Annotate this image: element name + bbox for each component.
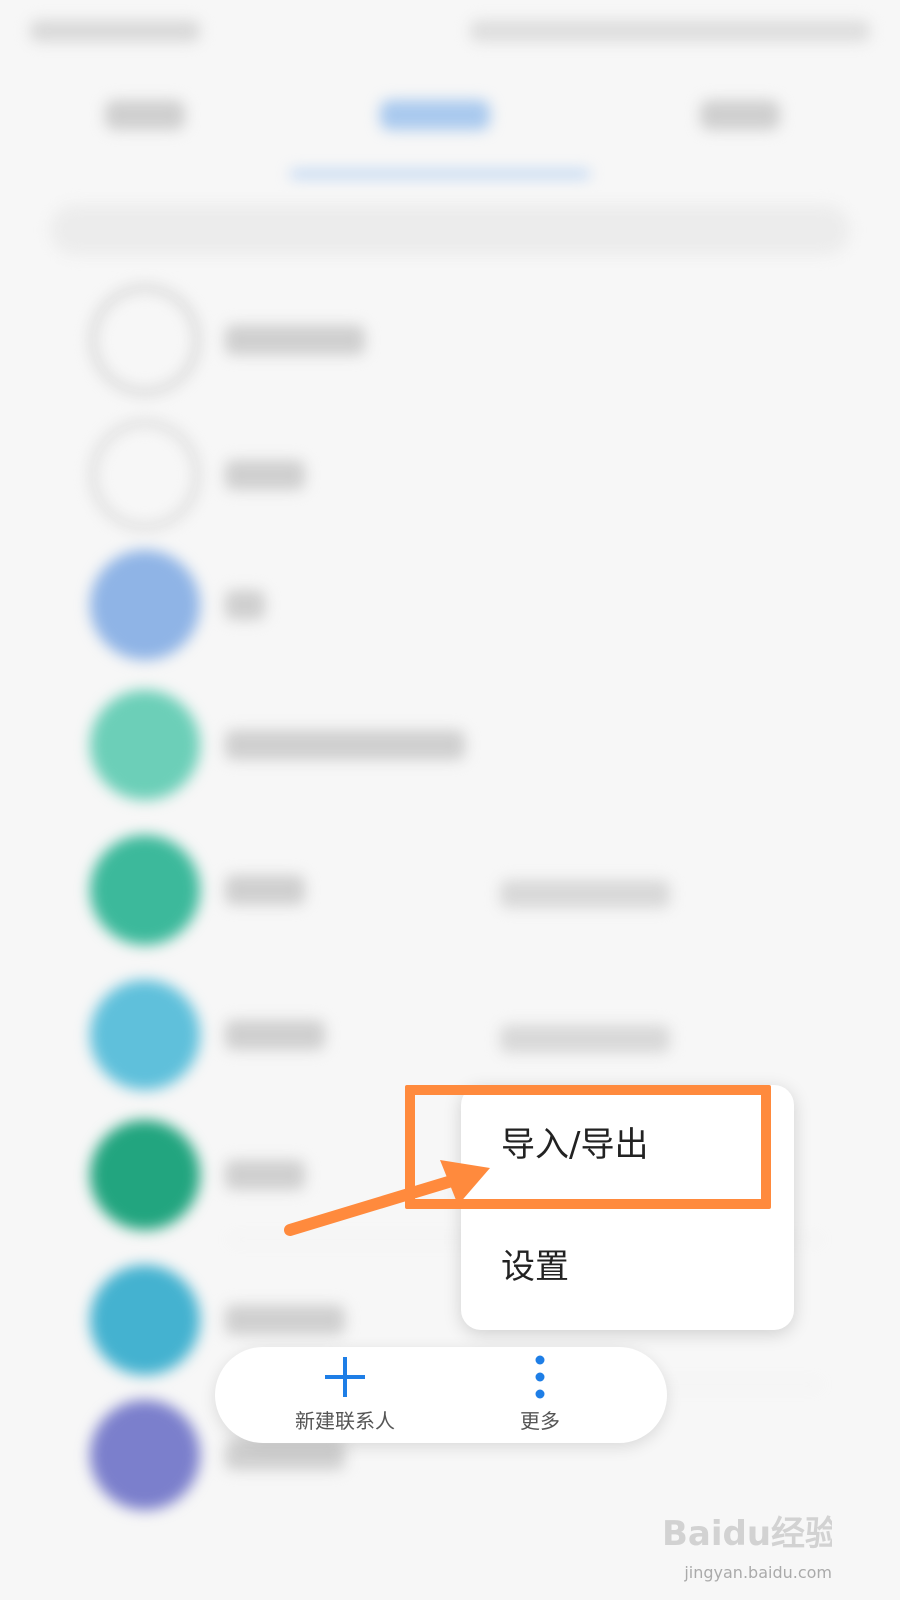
plus-icon xyxy=(325,1357,365,1397)
more-label: 更多 xyxy=(520,1409,560,1433)
avatar xyxy=(90,1400,200,1510)
avatar xyxy=(90,420,200,530)
avatar xyxy=(90,285,200,395)
new-contact-label: 新建联系人 xyxy=(295,1409,395,1433)
search-bar[interactable] xyxy=(50,205,850,255)
contact-name-placeholder xyxy=(225,325,365,355)
list-item[interactable] xyxy=(0,275,900,405)
contact-name-placeholder xyxy=(225,1020,325,1050)
avatar xyxy=(90,690,200,800)
avatar xyxy=(90,550,200,660)
contact-name-placeholder xyxy=(225,1305,345,1335)
status-bar-right xyxy=(470,20,870,42)
avatar xyxy=(90,1120,200,1230)
avatar xyxy=(90,980,200,1090)
tab-3[interactable] xyxy=(700,100,780,130)
avatar xyxy=(90,1265,200,1375)
watermark-brand: Baidu经验 xyxy=(662,1514,832,1554)
list-item[interactable] xyxy=(0,410,900,540)
menu-item-settings[interactable]: 设置 xyxy=(461,1207,794,1327)
status-bar-left xyxy=(30,20,200,42)
contact-detail-placeholder xyxy=(500,1025,670,1053)
annotation-arrow-icon xyxy=(284,1160,490,1236)
list-item[interactable] xyxy=(0,825,900,955)
more-vertical-icon xyxy=(535,1355,545,1399)
avatar xyxy=(90,835,200,945)
new-contact-button[interactable]: 新建联系人 xyxy=(263,1347,427,1443)
tab-underline xyxy=(290,170,590,178)
list-item[interactable] xyxy=(0,970,900,1100)
contact-name-placeholder xyxy=(225,875,305,905)
contact-detail-placeholder xyxy=(500,880,670,908)
more-button[interactable]: 更多 xyxy=(485,1347,595,1443)
tab-1[interactable] xyxy=(105,100,185,130)
contact-name-placeholder xyxy=(225,730,465,760)
watermark-url: jingyan.baidu.com xyxy=(684,1563,832,1582)
status-bar xyxy=(0,0,900,60)
bottom-action-bar: 新建联系人 更多 xyxy=(215,1347,667,1443)
tab-2-selected[interactable] xyxy=(380,100,490,130)
contact-name-placeholder xyxy=(225,1440,345,1470)
list-item[interactable] xyxy=(0,540,900,670)
top-tabs[interactable] xyxy=(0,90,900,180)
list-item[interactable] xyxy=(0,680,900,810)
contact-name-placeholder xyxy=(225,460,305,490)
contact-name-placeholder xyxy=(225,590,265,620)
